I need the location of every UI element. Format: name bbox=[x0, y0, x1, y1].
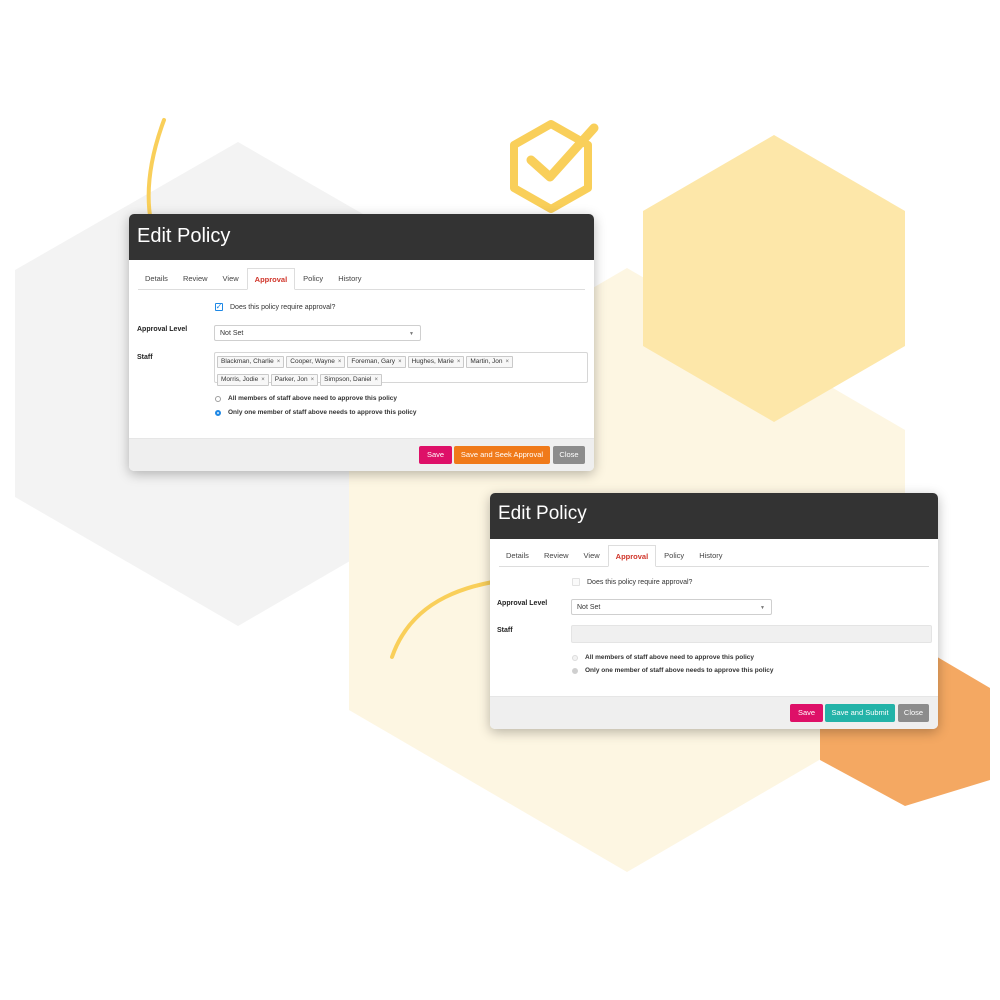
option-one-label: Only one member of staff above needs to … bbox=[585, 667, 774, 674]
dialog-footer: Save Save and Submit Close bbox=[490, 696, 938, 729]
require-approval-label: Does this policy require approval? bbox=[230, 303, 336, 311]
approval-level-label: Approval Level bbox=[137, 326, 188, 333]
dialog-title: Edit Policy bbox=[490, 493, 938, 539]
close-icon[interactable]: × bbox=[261, 377, 265, 383]
approval-level-label: Approval Level bbox=[497, 600, 548, 607]
approval-level-select[interactable]: Not Set ▼ bbox=[571, 599, 772, 615]
staff-label: Staff bbox=[137, 354, 153, 361]
option-one-radio[interactable] bbox=[215, 409, 221, 416]
save-and-submit-button[interactable]: Save and Submit bbox=[825, 704, 895, 722]
option-one-row[interactable]: Only one member of staff above needs to … bbox=[215, 409, 417, 416]
close-icon[interactable]: × bbox=[338, 359, 342, 365]
close-icon[interactable]: × bbox=[374, 377, 378, 383]
tab-policy[interactable]: Policy bbox=[296, 268, 330, 289]
close-icon[interactable]: × bbox=[311, 377, 315, 383]
option-all-radio[interactable] bbox=[572, 654, 578, 661]
close-icon[interactable]: × bbox=[277, 359, 281, 365]
close-icon[interactable]: × bbox=[398, 359, 402, 365]
approval-level-value: Not Set bbox=[220, 330, 244, 337]
staff-tag: Parker, Jon × bbox=[270, 374, 319, 386]
require-approval-label: Does this policy require approval? bbox=[587, 578, 693, 586]
staff-tag: Martin, Jon × bbox=[466, 356, 514, 368]
save-button[interactable]: Save bbox=[790, 704, 823, 722]
approval-level-select[interactable]: Not Set ▼ bbox=[214, 325, 421, 341]
close-icon[interactable]: × bbox=[506, 359, 510, 365]
tab-bar: Details Review View Approval Policy History bbox=[138, 268, 585, 290]
close-button[interactable]: Close bbox=[898, 704, 929, 722]
close-icon[interactable]: × bbox=[457, 359, 461, 365]
tab-approval[interactable]: Approval bbox=[607, 545, 657, 567]
option-one-row[interactable]: Only one member of staff above needs to … bbox=[572, 667, 774, 674]
edit-policy-dialog-approval-on: Edit Policy Details Review View Approval Pol… bbox=[129, 214, 594, 471]
option-all-radio[interactable] bbox=[215, 395, 221, 402]
require-approval-row: Does this policy require approval? bbox=[572, 578, 692, 586]
require-approval-row: ✓ Does this policy require approval? bbox=[215, 303, 335, 311]
staff-tag: Morris, Jodie × bbox=[217, 374, 269, 386]
staff-tag: Simpson, Daniel × bbox=[320, 374, 382, 386]
tab-review[interactable]: Review bbox=[176, 268, 215, 289]
save-and-seek-approval-button[interactable]: Save and Seek Approval bbox=[454, 446, 550, 464]
staff-multiselect[interactable]: Blackman, Charlie × Cooper, Wayne × Foreman,… bbox=[214, 352, 588, 386]
tab-approval[interactable]: Approval bbox=[246, 268, 296, 290]
option-one-radio[interactable] bbox=[572, 667, 578, 674]
tab-bar: Details Review View Approval Policy History bbox=[499, 545, 929, 567]
require-approval-checkbox[interactable] bbox=[572, 578, 580, 586]
option-all-label: All members of staff above need to appro… bbox=[228, 395, 398, 402]
staff-label: Staff bbox=[497, 627, 513, 634]
tab-view[interactable]: View bbox=[577, 545, 607, 566]
edit-policy-dialog-approval-off: Edit Policy Details Review View Approval Pol… bbox=[490, 493, 938, 729]
dialog-footer: Save Save and Seek Approval Close bbox=[129, 438, 594, 471]
chevron-down-icon: ▼ bbox=[409, 331, 414, 337]
approval-level-value: Not Set bbox=[577, 604, 601, 611]
chevron-down-icon: ▼ bbox=[760, 605, 765, 611]
tab-history[interactable]: History bbox=[692, 545, 729, 566]
require-approval-checkbox[interactable]: ✓ bbox=[215, 303, 223, 311]
option-all-row[interactable]: All members of staff above need to appro… bbox=[215, 395, 397, 402]
staff-tag: Hughes, Marie × bbox=[407, 356, 465, 368]
staff-tag: Blackman, Charlie × bbox=[217, 356, 285, 368]
tab-details[interactable]: Details bbox=[138, 268, 175, 289]
staff-tag: Cooper, Wayne × bbox=[286, 356, 346, 368]
staff-tag: Foreman, Gary × bbox=[347, 356, 406, 368]
tab-policy[interactable]: Policy bbox=[657, 545, 691, 566]
staff-multiselect[interactable] bbox=[571, 625, 932, 643]
option-one-label: Only one member of staff above needs to … bbox=[228, 409, 417, 416]
save-button[interactable]: Save bbox=[419, 446, 452, 464]
hexagon-check-icon bbox=[510, 120, 599, 213]
option-all-row[interactable]: All members of staff above need to appro… bbox=[572, 654, 754, 661]
tab-history[interactable]: History bbox=[331, 268, 368, 289]
option-all-label: All members of staff above need to appro… bbox=[585, 654, 755, 661]
close-button[interactable]: Close bbox=[553, 446, 585, 464]
tab-details[interactable]: Details bbox=[499, 545, 536, 566]
tab-view[interactable]: View bbox=[216, 268, 246, 289]
tab-review[interactable]: Review bbox=[537, 545, 576, 566]
dialog-title: Edit Policy bbox=[129, 214, 594, 260]
